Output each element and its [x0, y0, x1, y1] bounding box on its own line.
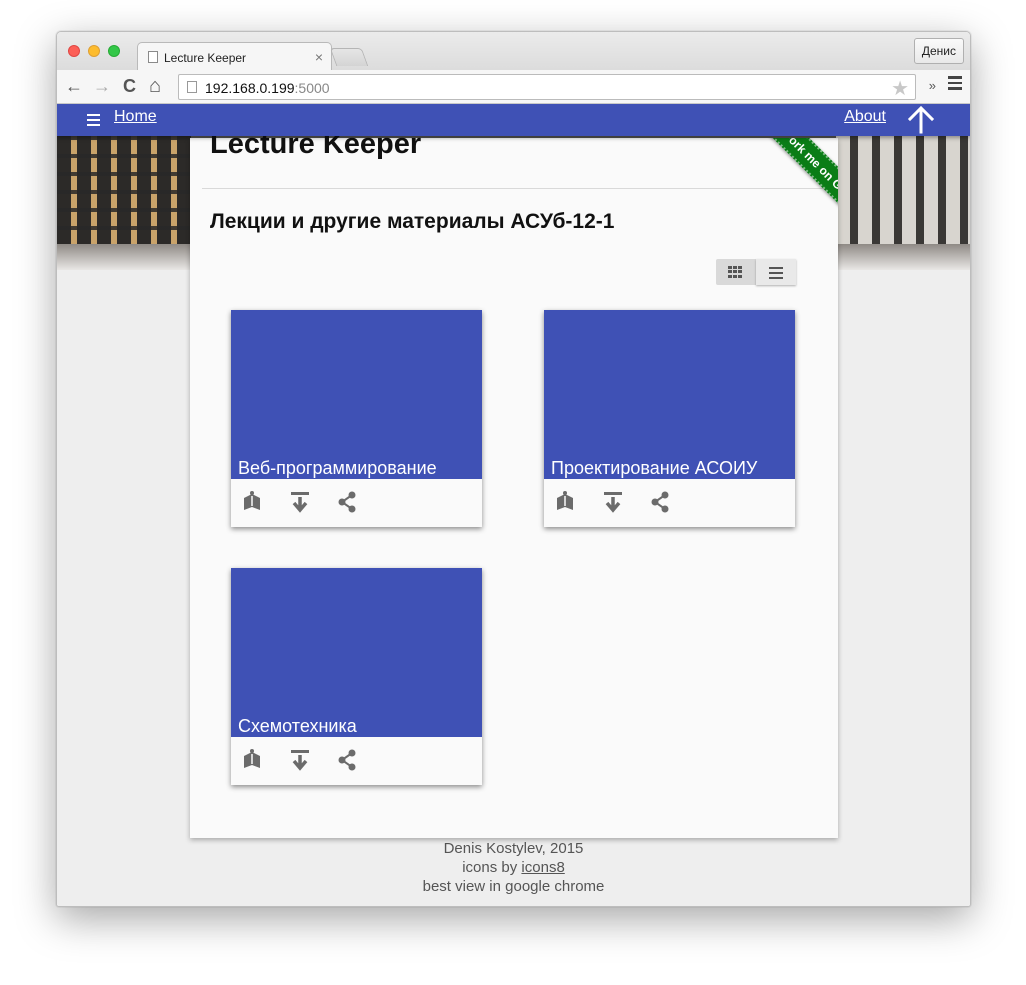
icons8-link[interactable]: icons8: [521, 859, 564, 876]
browser-window: Lecture Keeper × Денис ← → C ⌂ 192.168.0…: [56, 31, 971, 907]
home-icon[interactable]: ⌂: [149, 76, 161, 96]
reload-icon[interactable]: C: [123, 76, 136, 96]
minimize-window-button[interactable]: [88, 45, 100, 57]
course-card[interactable]: Веб-программирование: [231, 310, 482, 527]
course-title: Проектирование АСОИУ: [551, 458, 758, 478]
share-icon[interactable]: [336, 490, 358, 514]
course-cover[interactable]: Схемотехника: [231, 568, 482, 737]
page-heading: Лекции и другие материалы АСУб-12-1: [210, 210, 615, 233]
card-actions: [544, 479, 795, 527]
bookmark-star-icon[interactable]: ★: [891, 76, 909, 101]
tab-title: Lecture Keeper: [164, 51, 247, 65]
download-icon[interactable]: [289, 490, 311, 514]
course-cover[interactable]: Веб-программирование: [231, 310, 482, 479]
address-bar[interactable]: 192.168.0.199:5000 ★: [178, 74, 916, 100]
share-icon[interactable]: [336, 748, 358, 772]
download-icon[interactable]: [602, 490, 624, 514]
view-toggle: [716, 259, 796, 285]
grid-view-button[interactable]: [716, 259, 756, 285]
course-card[interactable]: Проектирование АСОИУ: [544, 310, 795, 527]
course-card[interactable]: Схемотехника: [231, 568, 482, 785]
course-title: Схемотехника: [238, 716, 357, 736]
footer-credits: Denis Kostylev, 2015: [443, 840, 584, 857]
hamburger-menu-icon[interactable]: [87, 114, 100, 126]
app-bar: Home About: [57, 104, 970, 136]
profile-button[interactable]: Денис: [913, 38, 964, 64]
zoom-window-button[interactable]: [108, 45, 120, 57]
home-link[interactable]: Home: [114, 108, 157, 126]
card-actions: [231, 737, 482, 785]
open-book-icon[interactable]: [241, 748, 263, 772]
browser-toolbar: ← → C ⌂ 192.168.0.199:5000 ★ »: [57, 70, 970, 104]
grid-view-icon: [728, 266, 742, 278]
list-view-button[interactable]: [756, 259, 796, 285]
back-icon[interactable]: ←: [65, 76, 83, 96]
url-text: 192.168.0.199:5000: [205, 80, 330, 96]
course-title: Веб-программирование: [238, 458, 437, 478]
open-book-icon[interactable]: [554, 490, 576, 514]
page-icon: [187, 81, 197, 93]
page-viewport: Home About Lecture Keeper Лекции и други…: [57, 104, 970, 906]
tab-strip: Lecture Keeper × Денис: [57, 32, 970, 71]
browser-menu-icon[interactable]: [948, 76, 962, 90]
close-window-button[interactable]: [68, 45, 80, 57]
card-actions: [231, 479, 482, 527]
github-ribbon[interactable]: Fork me on GitHub: [758, 138, 838, 237]
new-tab-button[interactable]: [329, 48, 369, 66]
browser-tab[interactable]: Lecture Keeper ×: [137, 42, 332, 71]
share-icon[interactable]: [649, 490, 671, 514]
open-book-icon[interactable]: [241, 490, 263, 514]
list-view-icon: [769, 267, 783, 282]
page-icon: [148, 51, 158, 63]
content-card: Lecture Keeper Лекции и другие материалы…: [190, 128, 838, 838]
footer-icons-line: icons by icons8: [462, 859, 565, 876]
download-icon[interactable]: [289, 748, 311, 772]
footer: Denis Kostylev, 2015 icons by icons8 bes…: [57, 839, 970, 896]
extensions-overflow-icon[interactable]: »: [929, 78, 936, 93]
forward-icon[interactable]: →: [93, 76, 111, 96]
tab-close-icon[interactable]: ×: [315, 49, 323, 65]
footer-note: best view in google chrome: [422, 878, 605, 895]
about-link[interactable]: About: [844, 108, 886, 126]
course-cover[interactable]: Проектирование АСОИУ: [544, 310, 795, 479]
arrow-up-icon[interactable]: [906, 104, 936, 136]
